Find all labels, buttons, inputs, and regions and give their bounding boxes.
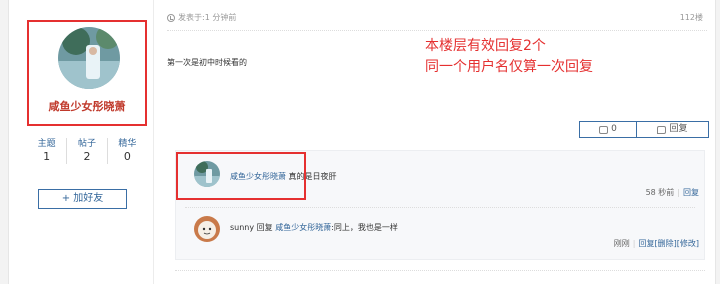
like-count: 0 [611, 124, 617, 134]
annotation-line: 同一个用户名仅算一次回复 [425, 59, 593, 75]
separator: | [677, 188, 680, 197]
avatar[interactable] [58, 27, 120, 89]
page-frame: 咸鱼少女彤晓萧 主题 1 帖子 2 精华 0 + 加好友 发表于:1 分钟前 1… [8, 0, 716, 284]
reply-time: 刚刚 [613, 239, 630, 248]
divider [167, 30, 707, 31]
reply-label: 回复 [669, 124, 688, 134]
floor-number[interactable]: 112楼 [680, 12, 703, 23]
reply-time: 58 秒前 [645, 188, 675, 197]
reply-button[interactable]: 回复 [637, 121, 709, 138]
add-friend-button[interactable]: + 加好友 [38, 189, 127, 209]
posted-prefix: 发表于: [178, 13, 205, 22]
annotation-note: 本楼层有效回复2个 同一个用户名仅算一次回复 [425, 36, 593, 78]
divider [185, 207, 695, 208]
stat-label: 帖子 [77, 139, 96, 149]
profile-highlight-box: 咸鱼少女彤晓萧 [27, 20, 147, 126]
reply-action-reply[interactable]: 回复 [639, 239, 655, 248]
reply-meta: 刚刚 | 回复[删除][修改] [614, 238, 699, 249]
stat-label: 精华 [118, 139, 137, 149]
post-meta: 发表于:1 分钟前 112楼 [167, 12, 707, 26]
stat-digest[interactable]: 精华 0 [108, 138, 147, 164]
avatar[interactable] [194, 216, 220, 242]
stat-label: 主题 [37, 139, 56, 149]
stat-topics[interactable]: 主题 1 [27, 138, 68, 164]
reply-item: sunny 回复 咸鱼少女彤晓萧:同上，我也是一样 [230, 222, 398, 233]
stat-value: 1 [43, 150, 51, 163]
post-actions: 0 回复 [579, 121, 709, 138]
reply-username[interactable]: sunny [230, 223, 254, 232]
comment-icon [657, 125, 667, 134]
user-info-column: 咸鱼少女彤晓萧 主题 1 帖子 2 精华 0 + 加好友 [9, 0, 154, 284]
reply-text: :同上，我也是一样 [331, 223, 398, 232]
clock-icon [167, 13, 175, 22]
posted-time: 1 分钟前 [204, 13, 237, 22]
user-stats: 主题 1 帖子 2 精华 0 [27, 138, 147, 164]
reply-action-reply[interactable]: 回复 [683, 188, 699, 197]
separator: | [632, 239, 636, 248]
reply-action-delete[interactable]: [删除] [655, 239, 677, 248]
stat-posts[interactable]: 帖子 2 [67, 138, 108, 164]
annotation-line: 本楼层有效回复2个 [425, 38, 546, 54]
reply-meta: 58 秒前 | 回复 [646, 187, 699, 198]
thumbs-up-icon [599, 125, 609, 134]
divider [175, 270, 705, 271]
post-content: 第一次是初中时候看的 [167, 58, 247, 67]
stat-value: 2 [83, 150, 91, 163]
reply-highlight-box [176, 152, 306, 200]
reply-target-user[interactable]: 咸鱼少女彤晓萧 [275, 223, 331, 232]
reply-verb: 回复 [256, 223, 273, 232]
stat-value: 0 [123, 150, 131, 163]
reply-action-edit[interactable]: [修改] [677, 239, 699, 248]
like-button[interactable]: 0 [579, 121, 637, 138]
username[interactable]: 咸鱼少女彤晓萧 [29, 98, 145, 114]
